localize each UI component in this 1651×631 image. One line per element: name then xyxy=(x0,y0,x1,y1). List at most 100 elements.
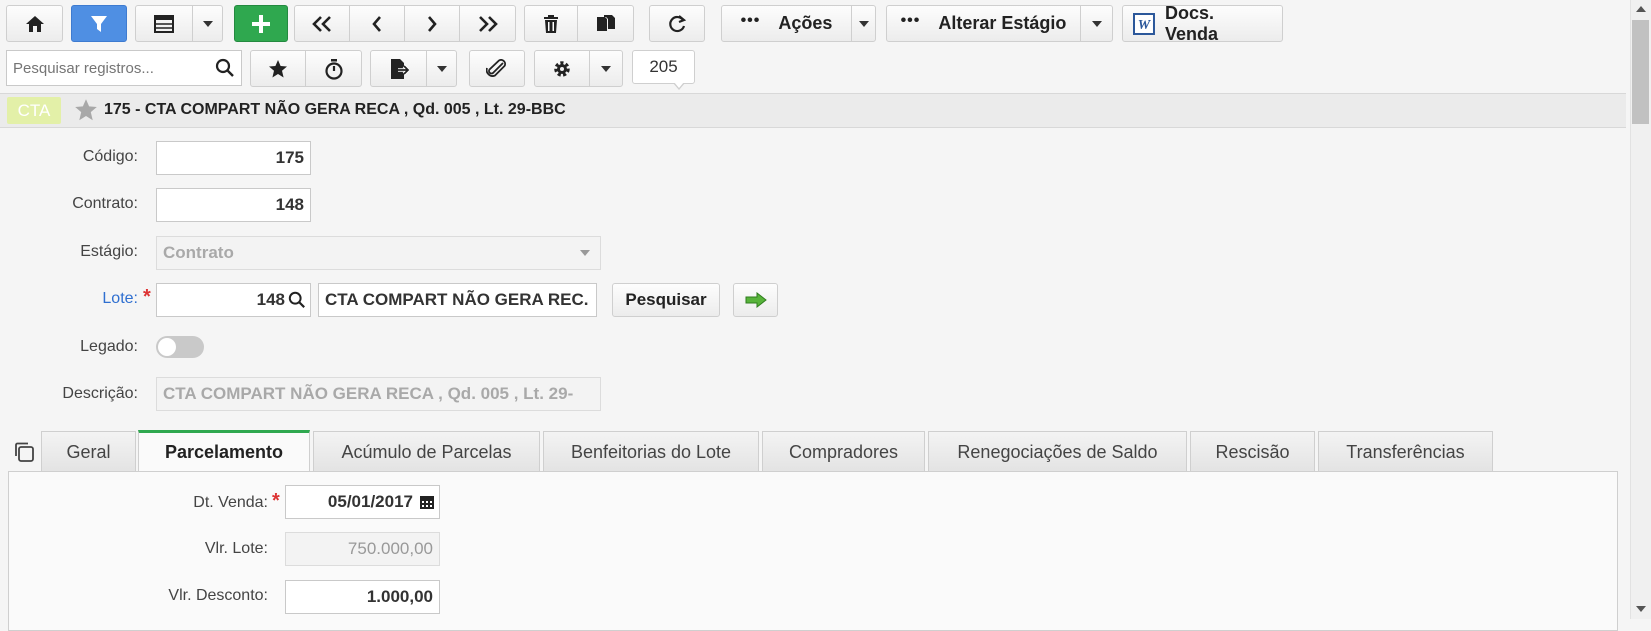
file-export-icon xyxy=(390,58,409,79)
tab-rescisao[interactable]: Rescisão xyxy=(1190,431,1315,472)
arrow-right-icon xyxy=(745,292,767,308)
export-button[interactable] xyxy=(370,50,427,87)
record-count-badge: 205 xyxy=(632,50,695,84)
go-to-lote-button[interactable] xyxy=(733,283,778,317)
required-asterisk: * xyxy=(143,286,151,308)
word-document-icon: W xyxy=(1133,12,1155,35)
alterar-estagio-dropdown-button[interactable] xyxy=(1080,5,1113,42)
filter-icon xyxy=(91,15,107,32)
tab-label: Benfeitorias do Lote xyxy=(570,441,732,462)
codigo-field[interactable]: 175 xyxy=(156,141,311,175)
record-count: 205 xyxy=(649,57,678,76)
estagio-value: Contrato xyxy=(163,243,234,262)
toggle-knob xyxy=(158,338,176,356)
ellipsis-icon: ••• xyxy=(740,11,761,29)
pesquisar-label: Pesquisar xyxy=(625,290,707,309)
caret-down-icon xyxy=(580,250,590,256)
lote-description-value: CTA COMPART NÃO GERA REC. xyxy=(325,290,589,309)
chevron-right-icon xyxy=(428,15,437,32)
dt-venda-value: 05/01/2017 xyxy=(327,492,413,511)
favorite-button[interactable] xyxy=(250,50,306,87)
descricao-value: CTA COMPART NÃO GERA RECA , Qd. 005 , Lt… xyxy=(163,384,574,403)
codigo-value: 175 xyxy=(275,148,304,167)
filter-button[interactable] xyxy=(71,5,127,42)
lote-description-field[interactable]: CTA COMPART NÃO GERA REC. xyxy=(318,283,597,317)
required-asterisk: * xyxy=(272,490,280,512)
codigo-label: Código: xyxy=(82,148,138,165)
dt-venda-field[interactable]: 05/01/2017 xyxy=(285,485,440,519)
lote-label: Lote: xyxy=(102,290,138,307)
stopwatch-icon xyxy=(324,58,343,80)
copy-icon xyxy=(596,14,615,31)
double-chevron-right-icon xyxy=(478,15,498,32)
timer-button[interactable] xyxy=(305,50,362,87)
copy-tabs-icon[interactable] xyxy=(13,441,35,463)
duplicate-button[interactable] xyxy=(577,5,634,42)
tab-transferencias[interactable]: Transferências xyxy=(1318,431,1493,472)
tab-acumulo-de-parcelas[interactable]: Acúmulo de Parcelas xyxy=(313,431,540,472)
caret-down-icon xyxy=(202,20,213,27)
tab-geral[interactable]: Geral xyxy=(41,431,136,472)
acoes-dropdown-button[interactable] xyxy=(851,5,876,42)
search-icon[interactable] xyxy=(288,291,306,309)
ellipsis-icon: ••• xyxy=(900,11,921,29)
view-dropdown-button[interactable] xyxy=(192,5,223,42)
calendar-icon[interactable] xyxy=(419,494,435,510)
pesquisar-button[interactable]: Pesquisar xyxy=(612,283,720,317)
add-record-button[interactable] xyxy=(234,5,288,42)
record-count-pointer-fill xyxy=(674,82,684,88)
docs-venda-button[interactable]: W Docs. Venda xyxy=(1122,2,1283,44)
tab-parcelamento[interactable]: Parcelamento xyxy=(138,430,310,472)
alterar-estagio-label: Alterar Estágio xyxy=(938,13,1067,33)
tab-renegociacoes-de-saldo[interactable]: Renegociações de Saldo xyxy=(928,431,1187,472)
tab-benfeitorias-do-lote[interactable]: Benfeitorias do Lote xyxy=(543,431,759,472)
estagio-select[interactable]: Contrato xyxy=(156,236,601,270)
star-icon xyxy=(269,59,287,77)
export-dropdown-button[interactable] xyxy=(426,50,457,87)
search-box xyxy=(6,50,242,86)
tab-label: Transferências xyxy=(1346,441,1465,462)
settings-dropdown-button[interactable] xyxy=(589,50,623,87)
svg-text:W: W xyxy=(1138,17,1152,32)
delete-button[interactable] xyxy=(524,5,578,42)
alterar-estagio-button[interactable]: ••• Alterar Estágio xyxy=(886,5,1081,42)
tab-label: Renegociações de Saldo xyxy=(957,441,1158,462)
tab-label: Acúmulo de Parcelas xyxy=(341,441,512,462)
search-input[interactable] xyxy=(7,51,207,85)
scrollbar-thumb[interactable] xyxy=(1632,20,1649,124)
plus-icon xyxy=(252,14,270,33)
paperclip-icon xyxy=(486,58,506,77)
previous-record-button[interactable] xyxy=(349,5,405,42)
home-button[interactable] xyxy=(6,5,63,42)
attachments-button[interactable] xyxy=(469,50,525,87)
legado-toggle[interactable] xyxy=(156,336,204,358)
legado-label: Legado: xyxy=(80,338,138,355)
vlr-lote-field[interactable]: 750.000,00 xyxy=(285,532,440,566)
last-record-button[interactable] xyxy=(459,5,516,42)
tab-label: Geral xyxy=(66,441,111,462)
lote-field[interactable]: 148 xyxy=(156,283,311,317)
view-grid-button[interactable] xyxy=(135,5,193,42)
search-icon[interactable] xyxy=(215,58,235,78)
docs-venda-label: Docs. Venda xyxy=(1164,2,1219,44)
chevron-left-icon xyxy=(372,15,381,32)
refresh-button[interactable] xyxy=(649,5,705,42)
settings-button[interactable] xyxy=(534,50,590,87)
record-type-badge: CTA xyxy=(7,97,61,124)
descricao-field[interactable]: CTA COMPART NÃO GERA RECA , Qd. 005 , Lt… xyxy=(156,377,601,411)
tab-compradores[interactable]: Compradores xyxy=(762,431,925,472)
trash-icon xyxy=(544,14,558,33)
acoes-button[interactable]: ••• Ações xyxy=(721,5,852,42)
favorite-star-icon[interactable] xyxy=(74,98,98,122)
estagio-label: Estágio: xyxy=(80,243,138,260)
first-record-button[interactable] xyxy=(294,5,350,42)
vlr-lote-label: Vlr. Lote: xyxy=(204,540,268,557)
vlr-desconto-field[interactable]: 1.000,00 xyxy=(285,580,440,614)
gear-icon xyxy=(554,60,570,77)
acoes-label: Ações xyxy=(778,13,833,33)
contrato-label: Contrato: xyxy=(72,195,138,212)
scroll-up-arrow-icon[interactable] xyxy=(1636,6,1646,12)
next-record-button[interactable] xyxy=(404,5,460,42)
contrato-field[interactable]: 148 xyxy=(156,188,311,222)
scroll-down-arrow-icon[interactable] xyxy=(1636,606,1646,612)
